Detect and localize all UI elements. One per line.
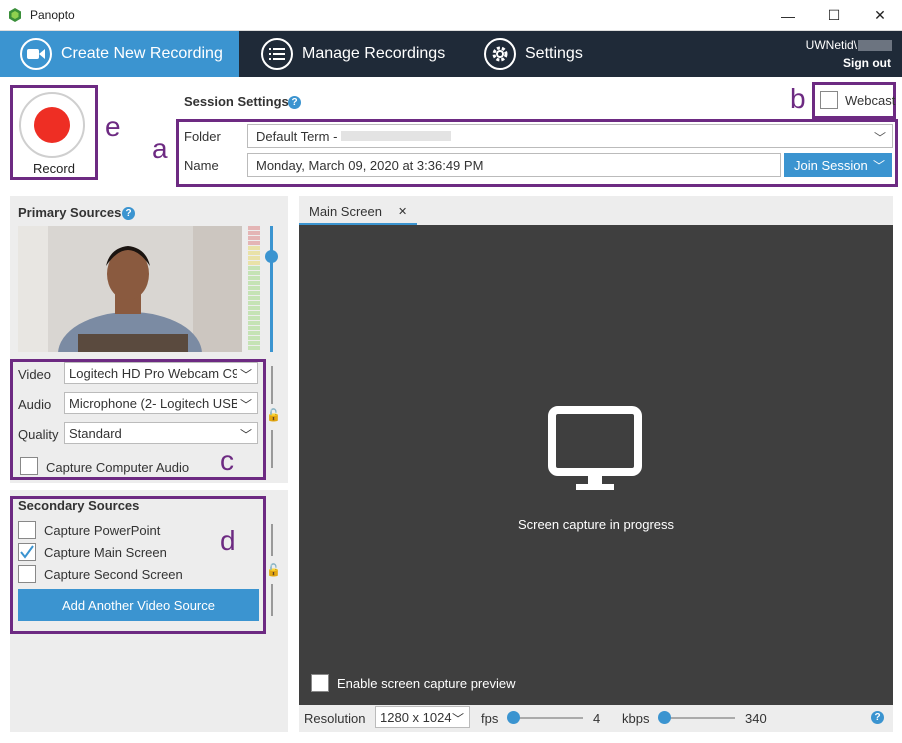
quality-value: Standard: [69, 425, 122, 441]
kbps-slider-track: [661, 717, 735, 719]
session-settings-title: Session Settings: [184, 94, 289, 109]
add-video-source-button[interactable]: Add Another Video Source: [18, 589, 259, 621]
capture-powerpoint-label: Capture PowerPoint: [44, 523, 161, 538]
panopto-logo-icon: [9, 8, 21, 22]
annotation-b: b: [790, 83, 806, 114]
lock-icon[interactable]: 🔓: [266, 408, 281, 422]
webcast-checkbox[interactable]: [820, 91, 838, 109]
webcam-preview: [18, 226, 242, 352]
video-select[interactable]: Logitech HD Pro Webcam C9.. ﹀: [64, 362, 258, 384]
capture-second-screen-label: Capture Second Screen: [44, 567, 183, 582]
kbps-label: kbps: [622, 711, 650, 726]
audio-level-meter: [248, 226, 260, 352]
preview-status-message: Screen capture in progress: [517, 517, 675, 532]
help-icon[interactable]: ?: [122, 207, 135, 220]
fps-slider-knob[interactable]: [507, 711, 520, 724]
close-button[interactable]: ✕: [857, 0, 902, 31]
annotation-e: e: [105, 111, 121, 142]
webcast-label: Webcast: [845, 93, 896, 108]
checkmark-icon: [20, 545, 34, 559]
folder-select[interactable]: Default Term - ﹀: [247, 124, 893, 148]
tab-label: Manage Recordings: [302, 45, 446, 62]
join-session-button[interactable]: Join Session ﹀: [784, 153, 892, 177]
primary-sources-title: Primary Sources: [18, 205, 122, 220]
audio-select[interactable]: Microphone (2- Logitech USB ﹀: [64, 392, 258, 414]
help-icon[interactable]: ?: [288, 96, 301, 109]
maximize-button[interactable]: ☐: [811, 0, 857, 31]
fps-slider-track: [510, 717, 583, 719]
tab-label: Main Screen: [309, 204, 382, 219]
capture-main-screen-label: Capture Main Screen: [44, 545, 167, 560]
record-label: Record: [33, 161, 75, 176]
capture-main-screen-checkbox[interactable]: [18, 543, 36, 561]
kbps-value: 340: [745, 711, 767, 726]
fps-value: 4: [593, 711, 601, 726]
video-value: Logitech HD Pro Webcam C9..: [69, 365, 247, 381]
capture-computer-audio-checkbox[interactable]: [20, 457, 38, 475]
monitor-icon: [548, 406, 642, 490]
lock-divider: [271, 366, 273, 404]
annotation-a: a: [152, 133, 168, 164]
session-name-input[interactable]: Monday, March 09, 2020 at 3:36:49 PM: [247, 153, 781, 177]
window-title: Panopto: [30, 8, 75, 22]
lock-divider: [271, 430, 273, 468]
tab-main-screen[interactable]: Main Screen ✕: [299, 200, 418, 225]
resolution-select[interactable]: 1280 x 1024 ﹀: [375, 706, 470, 728]
enable-preview-checkbox[interactable]: [311, 674, 329, 692]
folder-value: Default Term -: [256, 128, 338, 144]
tab-label: Create New Recording: [61, 45, 223, 62]
chevron-down-icon: ﹀: [236, 396, 252, 413]
join-session-label: Join Session: [794, 157, 868, 173]
close-tab-icon[interactable]: ✕: [398, 205, 407, 218]
record-dot-icon: [34, 107, 70, 143]
chevron-down-icon: ﹀: [872, 159, 885, 173]
tab-create-new-recording[interactable]: Create New Recording: [0, 31, 239, 77]
quality-select[interactable]: Standard ﹀: [64, 422, 258, 444]
chevron-down-icon: ﹀: [236, 366, 252, 383]
annotation-d: d: [220, 525, 236, 556]
audio-gain-slider-track: [270, 226, 273, 352]
chevron-down-icon: ﹀: [236, 426, 252, 443]
nav-bar: Create New Recording Manage Recordings S…: [0, 31, 902, 77]
video-camera-icon: [20, 38, 52, 70]
enable-preview-label: Enable screen capture preview: [337, 676, 516, 691]
sign-out-link[interactable]: Sign out: [843, 56, 891, 70]
gear-icon: [484, 38, 516, 70]
webcast-panel: Webcast: [812, 82, 896, 119]
audio-value: Microphone (2- Logitech USB: [69, 395, 240, 411]
annotation-c: c: [220, 445, 234, 476]
user-id-text: UWNetid\: [805, 38, 857, 52]
chevron-down-icon: ﹀: [451, 712, 464, 726]
kbps-slider-knob[interactable]: [658, 711, 671, 724]
name-label: Name: [184, 158, 219, 173]
help-icon[interactable]: ?: [871, 711, 884, 724]
chevron-down-icon: ﹀: [873, 131, 886, 145]
user-id: UWNetid\: [806, 38, 892, 52]
capture-powerpoint-checkbox[interactable]: [18, 521, 36, 539]
lock-divider: [271, 524, 273, 556]
audio-gain-slider-knob[interactable]: [265, 250, 278, 263]
lock-icon[interactable]: 🔓: [266, 563, 281, 577]
redacted-username: [858, 40, 892, 52]
lock-divider: [271, 584, 273, 616]
record-button[interactable]: [19, 92, 85, 158]
video-label: Video: [18, 367, 52, 382]
tab-label: Settings: [525, 45, 583, 62]
record-panel: Record: [10, 85, 98, 180]
minimize-button[interactable]: —: [765, 0, 811, 31]
resolution-label: Resolution: [304, 711, 366, 726]
capture-computer-audio-label: Capture Computer Audio: [46, 460, 190, 475]
redacted-folder: [341, 131, 452, 141]
list-icon: [261, 38, 293, 70]
tab-settings[interactable]: Settings: [464, 31, 604, 77]
secondary-sources-title: Secondary Sources: [18, 498, 140, 513]
quality-label: Quality: [18, 427, 59, 442]
resolution-value: 1280 x 1024: [380, 709, 452, 725]
capture-second-screen-checkbox[interactable]: [18, 565, 36, 583]
tab-manage-recordings[interactable]: Manage Recordings: [241, 31, 461, 77]
audio-label: Audio: [18, 397, 52, 412]
fps-label: fps: [481, 711, 499, 726]
folder-label: Folder: [184, 129, 221, 144]
